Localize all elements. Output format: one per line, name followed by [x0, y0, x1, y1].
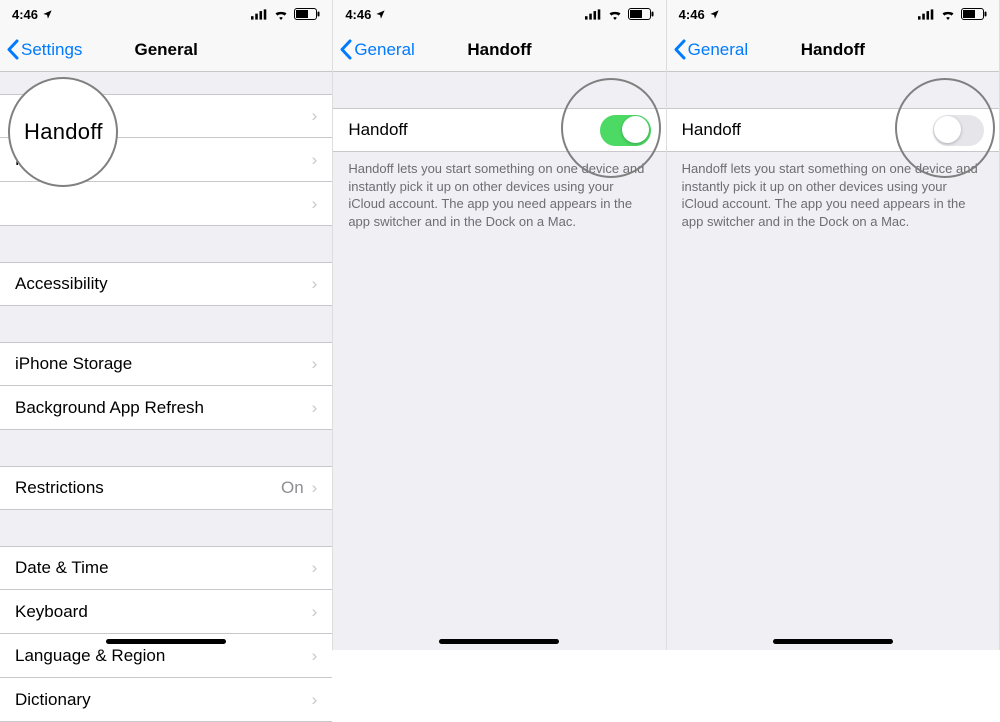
wifi-icon — [273, 9, 289, 20]
chevron-left-icon — [6, 39, 19, 60]
panel-handoff-on: 4:46 General Handoff Handoff Handoff let… — [333, 0, 666, 650]
row-label: Handoff — [348, 120, 407, 140]
toggle-handoff[interactable] — [933, 115, 984, 146]
row-background-app-refresh[interactable]: Background App Refresh › — [0, 386, 332, 430]
home-indicator — [439, 639, 559, 644]
chevron-right-icon: › — [312, 690, 318, 710]
status-time: 4:46 — [679, 7, 705, 22]
panel-handoff-off: 4:46 General Handoff Handoff Handoff let… — [667, 0, 1000, 650]
row-date-time[interactable]: Date & Time › — [0, 546, 332, 590]
row-label: Keyboard — [15, 602, 88, 622]
toggle-handoff[interactable] — [600, 115, 651, 146]
row-label: Background App Refresh — [15, 398, 204, 418]
status-bar: 4:46 — [333, 0, 665, 28]
chevron-right-icon: › — [312, 106, 318, 126]
status-bar: 4:46 — [0, 0, 332, 28]
battery-icon — [961, 8, 987, 20]
row-label: Restrictions — [15, 478, 104, 498]
row-label: Dictionary — [15, 690, 91, 710]
cellular-icon — [918, 9, 935, 20]
location-icon — [42, 9, 53, 20]
back-label: General — [688, 40, 748, 60]
row-label: Date & Time — [15, 558, 109, 578]
status-bar: 4:46 — [667, 0, 999, 28]
wifi-icon — [940, 9, 956, 20]
row-label: Handoff — [15, 150, 74, 170]
chevron-right-icon: › — [312, 150, 318, 170]
chevron-right-icon: › — [312, 478, 318, 498]
cellular-icon — [251, 9, 268, 20]
home-indicator — [106, 639, 226, 644]
row-keyboard[interactable]: Keyboard › — [0, 590, 332, 634]
callout-label: Handoff — [24, 119, 103, 145]
location-icon — [709, 9, 720, 20]
row-value: On — [281, 478, 304, 498]
nav-bar: General Handoff — [667, 28, 999, 72]
cellular-icon — [585, 9, 602, 20]
chevron-right-icon: › — [312, 194, 318, 214]
wifi-icon — [607, 9, 623, 20]
chevron-right-icon: › — [312, 354, 318, 374]
back-label: Settings — [21, 40, 82, 60]
row-dictionary[interactable]: Dictionary › — [0, 678, 332, 722]
row-iphone-storage[interactable]: iPhone Storage › — [0, 342, 332, 386]
footer-text: Handoff lets you start something on one … — [667, 152, 999, 238]
row-label: Accessibility — [15, 274, 108, 294]
status-time: 4:46 — [345, 7, 371, 22]
chevron-right-icon: › — [312, 274, 318, 294]
chevron-right-icon: › — [312, 558, 318, 578]
panel-general-settings: 4:46 Settings General › Handoff › › Acce… — [0, 0, 333, 650]
back-button[interactable]: Settings — [0, 39, 82, 60]
battery-icon — [628, 8, 654, 20]
chevron-right-icon: › — [312, 398, 318, 418]
back-button[interactable]: General — [667, 39, 748, 60]
chevron-left-icon — [339, 39, 352, 60]
chevron-right-icon: › — [312, 602, 318, 622]
nav-bar: General Handoff — [333, 28, 665, 72]
location-icon — [375, 9, 386, 20]
back-label: General — [354, 40, 414, 60]
row-below-handoff[interactable]: › — [0, 182, 332, 226]
row-label: iPhone Storage — [15, 354, 132, 374]
home-indicator — [773, 639, 893, 644]
row-restrictions[interactable]: Restrictions On › — [0, 466, 332, 510]
row-handoff-toggle[interactable]: Handoff — [333, 108, 665, 152]
row-label: Language & Region — [15, 646, 165, 666]
chevron-right-icon: › — [312, 646, 318, 666]
row-label: Handoff — [682, 120, 741, 140]
status-time: 4:46 — [12, 7, 38, 22]
back-button[interactable]: General — [333, 39, 414, 60]
battery-icon — [294, 8, 320, 20]
row-accessibility[interactable]: Accessibility › — [0, 262, 332, 306]
footer-text: Handoff lets you start something on one … — [333, 152, 665, 238]
chevron-left-icon — [673, 39, 686, 60]
nav-bar: Settings General — [0, 28, 332, 72]
row-handoff-toggle[interactable]: Handoff — [667, 108, 999, 152]
